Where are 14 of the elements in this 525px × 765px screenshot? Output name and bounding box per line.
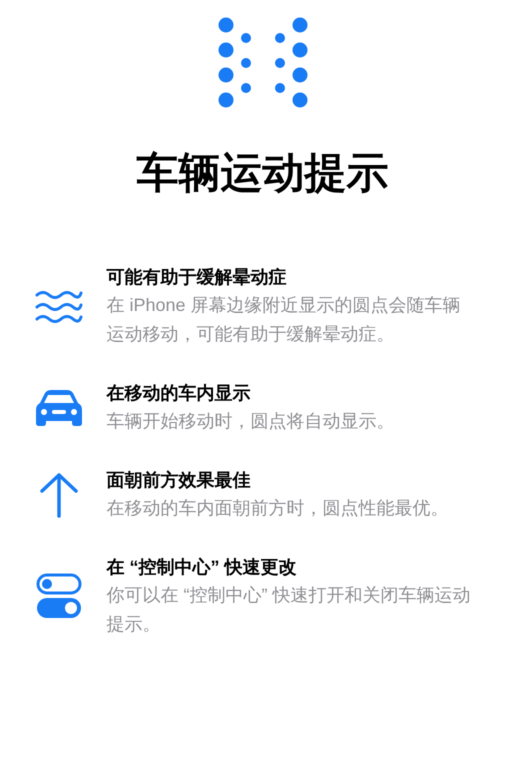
page-title: 车辆运动提示 [136,148,388,198]
waves-icon [34,289,82,323]
feature-heading: 面朝前方效果最佳 [106,469,252,492]
dots-logo-icon [218,17,308,109]
feature-description: 在移动的车内面朝前方时，圆点性能最优。 [106,497,450,520]
car-icon [34,388,82,426]
feature-heading: 在移动的车内显示 [106,382,252,405]
feature-description: 车辆开始移动时，圆点将自动显示。 [106,410,396,433]
feature-description: 你可以在 “控制中心” 快速打开和关闭车辆运动提示。 [106,584,472,636]
feature-description: 在 iPhone 屏幕边缘附近显示的圆点会随车辆运动移动，可能有助于缓解晕动症。 [106,294,462,346]
feature-heading: 在 “控制中心” 快速更改 [106,556,298,579]
up-arrow-icon [38,472,78,518]
toggles-icon [36,573,82,619]
feature-heading: 可能有助于缓解晕动症 [106,266,288,289]
